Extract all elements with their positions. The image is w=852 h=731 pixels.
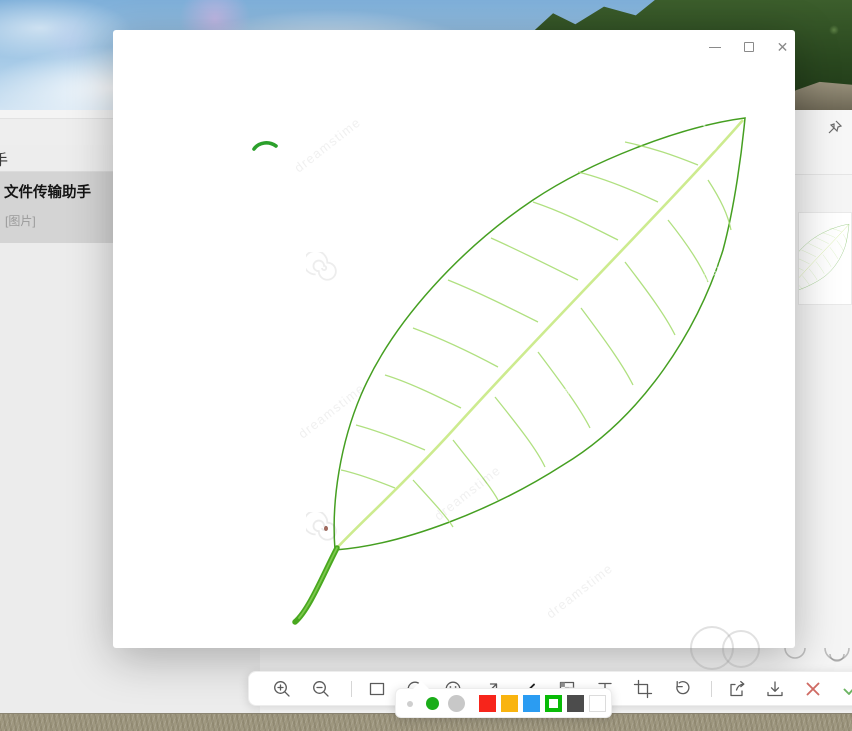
undo-icon (670, 677, 694, 701)
window-controls: ✕ (708, 34, 789, 60)
stroke-size-large[interactable] (448, 695, 465, 712)
close-icon: ✕ (777, 40, 789, 54)
zoom-in-button[interactable] (269, 676, 295, 702)
watermark-circle-icon (722, 630, 760, 668)
confirm-check-icon (839, 677, 852, 701)
color-swatch-green-selected[interactable] (545, 695, 562, 712)
cancel-button[interactable] (800, 676, 826, 702)
image-viewer-window: dreamstime dreamstime dreamstime dreamst… (113, 30, 795, 648)
stroke-size-small[interactable] (407, 701, 413, 707)
image-canvas[interactable]: dreamstime dreamstime dreamstime dreamst… (113, 30, 795, 648)
maximize-icon (744, 42, 754, 52)
watermark-spiral-icon (306, 252, 338, 284)
zoom-out-icon (309, 677, 333, 701)
color-swatch-white[interactable] (589, 695, 606, 712)
toolbar-separator (351, 681, 352, 697)
watermark-spiral-icon (687, 124, 719, 156)
palette-caret (412, 681, 430, 690)
pin-icon[interactable] (827, 119, 843, 135)
color-swatch-red[interactable] (479, 695, 496, 712)
zoom-in-icon (270, 677, 294, 701)
watermark-spiral-icon (559, 502, 591, 534)
share-icon (725, 677, 749, 701)
green-pen-stroke (252, 138, 278, 152)
download-icon (763, 677, 787, 701)
clipped-character-fragment: 手 (0, 149, 8, 170)
color-swatch-yellow[interactable] (501, 695, 518, 712)
close-button[interactable]: ✕ (776, 34, 789, 60)
rectangle-icon (365, 677, 389, 701)
confirm-button[interactable] (838, 676, 852, 702)
crop-tool-button[interactable] (630, 676, 656, 702)
zoom-out-button[interactable] (308, 676, 334, 702)
pen-options-palette (395, 688, 612, 718)
rectangle-tool-button[interactable] (364, 676, 390, 702)
leaf-blemish (324, 526, 328, 531)
color-swatch-dark-gray[interactable] (567, 695, 584, 712)
watermark-arc-icon (784, 646, 808, 660)
undo-button[interactable] (669, 676, 695, 702)
leaf-thumbnail-image (798, 212, 852, 305)
chat-preview: [图片] (5, 212, 36, 229)
minimize-icon (709, 47, 721, 48)
stroke-size-medium-selected[interactable] (426, 697, 439, 710)
minimize-button[interactable] (708, 34, 721, 60)
lens-flare (40, 16, 100, 62)
chat-name: 文件传输助手 (4, 181, 91, 202)
watermark-spiral-icon (306, 512, 338, 544)
watermark-spiral-icon (559, 246, 591, 278)
watermark-arc-icon (824, 646, 852, 664)
cancel-x-icon (801, 677, 825, 701)
maximize-button[interactable] (742, 34, 755, 60)
color-swatch-blue[interactable] (523, 695, 540, 712)
desktop: 手 文件传输助手 [图片] (0, 0, 852, 731)
crop-icon (631, 677, 655, 701)
toolbar-separator (711, 681, 712, 697)
share-button[interactable] (724, 676, 750, 702)
chat-image-message-thumbnail[interactable] (798, 212, 852, 305)
save-button[interactable] (762, 676, 788, 702)
